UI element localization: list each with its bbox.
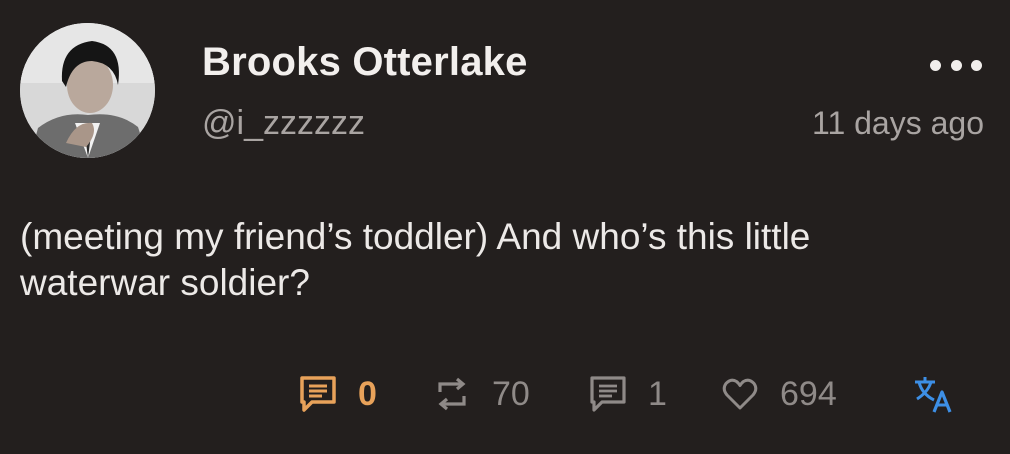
translate-icon: [915, 377, 952, 413]
reply-button[interactable]: 1: [588, 366, 667, 422]
post-actions-bar: 0 70 1 694: [0, 366, 1010, 422]
boost-button[interactable]: 70: [432, 366, 530, 422]
avatar[interactable]: [20, 23, 155, 158]
post-timestamp[interactable]: 11 days ago: [812, 105, 984, 142]
more-horizontal-icon: [930, 59, 941, 71]
author-handle[interactable]: @i_zzzzzz: [202, 104, 365, 143]
quote-count: 0: [358, 374, 377, 413]
post-body: (meeting my friend’s toddler) And who’s …: [20, 214, 980, 306]
heart-icon: [722, 378, 758, 410]
post-body-line: (meeting my friend’s toddler) And who’s …: [20, 216, 811, 257]
comment-lines-icon: [300, 376, 336, 412]
reply-count: 1: [648, 374, 667, 413]
author-display-name[interactable]: Brooks Otterlake: [202, 40, 528, 85]
repost-icon: [438, 377, 466, 411]
like-button[interactable]: 694: [720, 366, 837, 422]
like-count: 694: [780, 374, 837, 413]
avatar-photo: [20, 23, 155, 158]
more-options-button[interactable]: [930, 50, 982, 80]
translate-button[interactable]: [912, 366, 956, 422]
quote-button[interactable]: 0: [298, 366, 377, 422]
more-dot: [950, 59, 962, 71]
post-body-line: waterwar soldier?: [20, 262, 310, 303]
more-dot: [971, 59, 982, 71]
boost-count: 70: [492, 374, 530, 413]
post-card: Brooks Otterlake @i_zzzzzz 11 days ago (…: [0, 0, 1010, 454]
comment-lines-icon: [590, 376, 626, 412]
